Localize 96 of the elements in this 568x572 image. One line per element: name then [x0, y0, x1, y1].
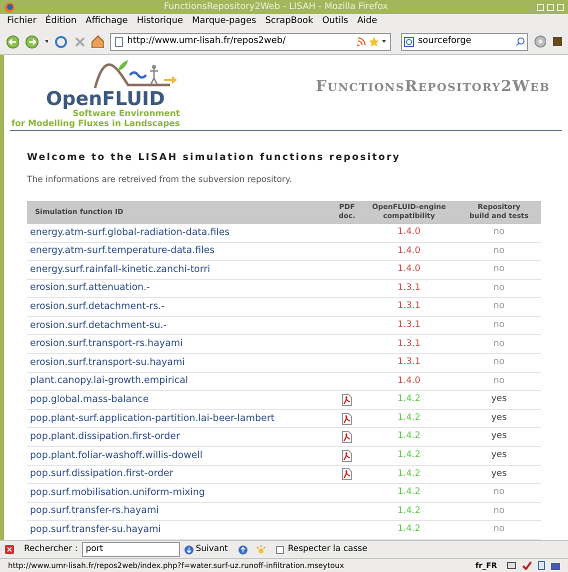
match-case-checkbox[interactable]	[276, 546, 284, 554]
compatibility-version: 1.3.1	[396, 318, 422, 332]
menu-item[interactable]: Affichage	[86, 14, 128, 28]
function-link[interactable]: energy.atm-surf.global-radiation-data.files	[27, 226, 333, 240]
build-status: no	[492, 356, 506, 370]
function-link[interactable]: plant.canopy.lai-growth.empirical	[27, 374, 333, 389]
next-button[interactable]: Suivant	[184, 543, 228, 556]
build-status: no	[492, 486, 506, 500]
menu-item[interactable]: Édition	[45, 14, 77, 28]
build-status: no	[492, 300, 506, 314]
function-link[interactable]: pop.plant.foliar-washoff.willis-dowell	[27, 448, 333, 463]
up-arrow-icon[interactable]	[238, 544, 248, 554]
menu-item[interactable]: Historique	[136, 14, 183, 28]
build-status: no	[492, 282, 506, 295]
folder-icon[interactable]	[551, 561, 560, 570]
url-text: http://www.umr-lisah.fr/repos2web/	[127, 34, 287, 48]
function-link[interactable]: energy.atm-surf.temperature-data.files	[27, 244, 333, 258]
compatibility-version: 1.3.1	[396, 282, 422, 295]
build-status: no	[492, 338, 506, 351]
address-bar[interactable]: http://www.umr-lisah.fr/repos2web/	[110, 32, 391, 50]
compatibility-version: 1.4.0	[396, 374, 422, 388]
function-link[interactable]: pop.global.mass-balance	[27, 392, 333, 408]
compatibility-version: 1.4.0	[396, 226, 422, 239]
function-link[interactable]: erosion.surf.detachment-su.-	[27, 318, 333, 333]
build-status: yes	[490, 468, 508, 481]
menu-item[interactable]: ScrapBook	[265, 14, 314, 28]
find-label: Rechercher :	[24, 543, 78, 556]
build-status: yes	[490, 430, 508, 444]
build-status: yes	[490, 393, 508, 406]
compatibility-version: 1.4.2	[396, 449, 422, 462]
pdf-icon[interactable]	[342, 468, 352, 480]
feed-icon[interactable]	[356, 37, 366, 46]
logo-subtitle: for Modelling Fluxes in Landscapes	[11, 119, 180, 129]
compatibility-version: 1.4.2	[396, 486, 422, 500]
compatibility-version: 1.4.0	[396, 263, 422, 276]
build-status: yes	[490, 412, 508, 425]
menu-item[interactable]: Aide	[357, 14, 378, 28]
search-icon[interactable]	[516, 37, 526, 46]
compatibility-version: 1.3.1	[396, 338, 422, 351]
search-text: sourceforge	[418, 34, 472, 48]
home-icon[interactable]	[90, 35, 104, 48]
build-status: no	[492, 226, 506, 239]
build-status: yes	[490, 449, 508, 462]
function-link[interactable]: erosion.surf.transport-su.hayami	[27, 356, 333, 370]
pdf-icon[interactable]	[342, 450, 352, 462]
back-icon[interactable]	[6, 34, 20, 48]
forward-icon[interactable]	[25, 34, 38, 48]
compatibility-version: 1.4.2	[396, 504, 422, 518]
compatibility-version: 1.3.1	[396, 300, 422, 314]
compatibility-version: 1.4.2	[396, 468, 422, 481]
window-title: FunctionsRepository2Web - LISAH - Mozilla Firefox	[164, 1, 388, 14]
logo-title: OpenFLUID	[45, 89, 165, 109]
checkmark-icon[interactable]	[522, 561, 532, 570]
build-status: no	[492, 263, 506, 276]
build-status: no	[492, 244, 506, 258]
function-link[interactable]: pop.surf.transfer-rs.hayami	[27, 504, 333, 519]
menu-item[interactable]: Fichier	[7, 14, 36, 28]
compatibility-version: 1.3.1	[396, 356, 422, 370]
pdf-icon[interactable]	[342, 394, 352, 406]
function-link[interactable]: erosion.surf.transport-rs.hayami	[27, 337, 333, 352]
compatibility-version: 1.4.0	[396, 244, 422, 258]
site-title: FunctionsRepository2Web	[316, 76, 550, 97]
page-heading: Welcome to the LISAH simulation functions repository	[27, 150, 402, 165]
build-status: no	[492, 523, 506, 536]
menu-item[interactable]: Marque-pages	[192, 14, 256, 28]
build-status: no	[492, 318, 506, 332]
match-case-label: Respecter la casse	[288, 543, 368, 556]
function-link[interactable]: erosion.surf.detachment-rs.-	[27, 300, 333, 314]
star-icon[interactable]	[368, 36, 379, 46]
browser-logo-icon	[4, 2, 15, 12]
function-link[interactable]: pop.surf.dissipation.first-order	[27, 467, 333, 482]
gear-icon[interactable]	[534, 35, 546, 48]
function-link[interactable]: pop.plant-surf.application-partition.lai-beer-lambert	[27, 412, 333, 426]
compatibility-version: 1.4.2	[396, 430, 422, 444]
function-link[interactable]: erosion.surf.attenuation.-	[27, 281, 333, 296]
pdf-icon[interactable]	[342, 431, 352, 444]
find-field[interactable]: port	[82, 542, 180, 557]
page-icon	[115, 36, 124, 46]
dropdown-icon[interactable]	[44, 40, 48, 43]
intro-text: The informations are retreived from the subversion repository.	[27, 174, 293, 187]
document-icon[interactable]	[538, 561, 545, 570]
compatibility-version: 1.4.2	[396, 412, 422, 425]
build-status: no	[492, 504, 506, 518]
compatibility-version: 1.4.2	[396, 523, 422, 536]
function-link[interactable]: pop.surf.transfer-su.hayami	[27, 523, 333, 538]
function-link[interactable]: pop.surf.mobilisation.uniform-mixing	[27, 486, 333, 500]
pdf-icon[interactable]	[342, 412, 352, 425]
build-status: no	[492, 374, 506, 388]
function-link[interactable]: pop.plant.dissipation.first-order	[27, 430, 333, 444]
function-link[interactable]: energy.surf.rainfall-kinetic.zanchi-torri	[27, 262, 333, 278]
logo-subtitle: Software Environment	[72, 109, 180, 119]
search-field[interactable]: sourceforge	[400, 32, 528, 50]
down-arrow-icon	[184, 544, 194, 554]
compatibility-version: 1.4.2	[396, 393, 422, 406]
menu-item[interactable]: Outils	[322, 14, 348, 28]
dropdown-icon[interactable]	[382, 40, 386, 43]
